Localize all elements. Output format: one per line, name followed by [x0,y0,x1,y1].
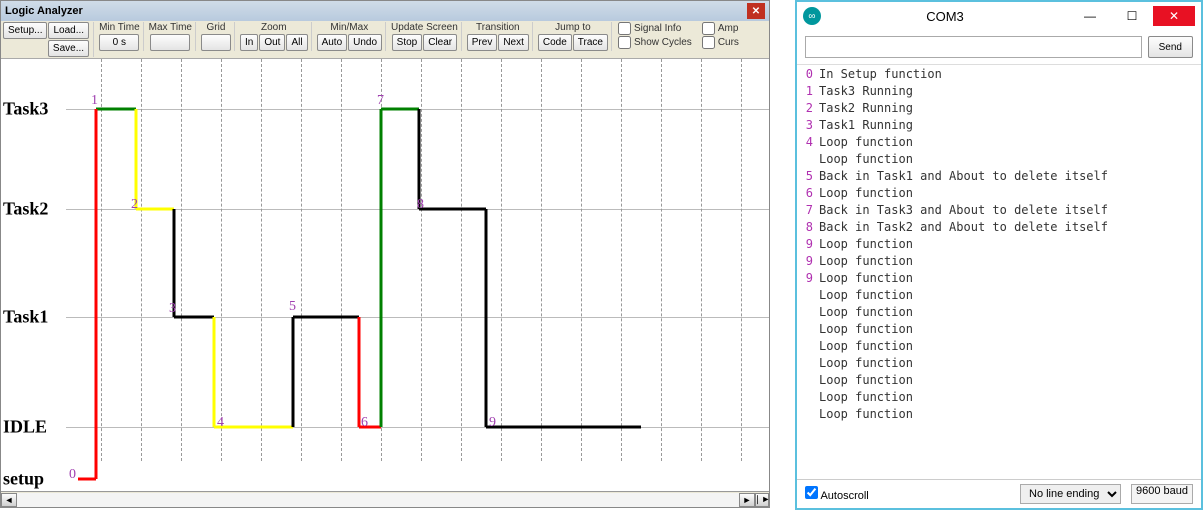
serial-output[interactable]: In Setup functionTask3 RunningTask2 Runn… [815,65,1201,479]
setup-button[interactable]: Setup... [3,22,47,39]
serial-line: Loop function [819,373,1197,390]
serial-line: Loop function [819,322,1197,339]
signal-info-checkbox[interactable]: Signal Info [618,22,692,35]
scroll-right-button[interactable]: ► [739,493,755,507]
load-button[interactable]: Load... [48,22,89,39]
marker-1: 1 [91,93,98,109]
line-ending-select[interactable]: No line ending [1020,484,1121,504]
code-button[interactable]: Code [538,34,572,51]
stop-button[interactable]: Stop [392,34,423,51]
la-chart[interactable]: Task3 Task2 Task1 IDLE setup 0123456789 [1,59,769,491]
serial-line: Task1 Running [819,118,1197,135]
la-title: Logic Analyzer [5,5,83,17]
trace-plot [1,59,769,491]
serial-line: Task3 Running [819,84,1197,101]
marker-6: 6 [361,415,368,431]
jumpto-label: Jump to [555,22,591,33]
autoscroll-checkbox[interactable]: Autoscroll [805,486,869,502]
curs-checkbox[interactable]: Curs [702,36,739,49]
sm-footer: Autoscroll No line ending 9600 baud [797,479,1201,508]
scroll-end-button[interactable]: ❘► [755,493,769,507]
serial-line: Loop function [819,407,1197,424]
prev-button[interactable]: Prev [467,34,498,51]
trace-button[interactable]: Trace [573,34,608,51]
maxtime-value[interactable] [150,34,190,51]
marker-5: 5 [289,299,296,315]
serial-line: Loop function [819,186,1197,203]
marker-7: 7 [377,93,384,109]
grid-label: Grid [207,22,226,33]
logic-analyzer-window: Logic Analyzer ✕ Setup... Load... Save..… [0,0,770,508]
serial-line: In Setup function [819,67,1197,84]
zoom-out-button[interactable]: Out [259,34,285,51]
update-label: Update Screen [391,22,458,33]
send-button[interactable]: Send [1148,36,1193,58]
next-button[interactable]: Next [498,34,529,51]
serial-line: Loop function [819,135,1197,152]
grid-button[interactable] [201,34,231,51]
h-scrollbar[interactable]: ◄ ► ❘► [1,491,769,507]
serial-line: Loop function [819,271,1197,288]
arduino-icon: ∞ [803,7,821,25]
la-toolbar: Setup... Load... Save... Min Time 0 s Ma… [1,21,769,59]
serial-line: Loop function [819,339,1197,356]
marker-8: 8 [417,197,424,213]
serial-line: Loop function [819,237,1197,254]
zoom-in-button[interactable]: In [240,34,258,51]
marker-0: 0 [69,467,76,483]
amp-checkbox[interactable]: Amp [702,22,739,35]
serial-line: Loop function [819,305,1197,322]
scroll-left-button[interactable]: ◄ [1,493,17,507]
mintime-label: Min Time [99,22,140,33]
serial-line: Back in Task3 and About to delete itself [819,203,1197,220]
sm-titlebar: ∞ COM3 — ☐ ✕ [797,2,1201,30]
marker-3: 3 [169,301,176,317]
serial-line: Loop function [819,288,1197,305]
save-button[interactable]: Save... [48,40,89,57]
la-close-button[interactable]: ✕ [747,3,765,19]
show-cycles-checkbox[interactable]: Show Cycles [618,36,692,49]
baud-select[interactable]: 9600 baud [1131,484,1193,504]
maximize-button[interactable]: ☐ [1111,6,1153,26]
sm-title: COM3 [821,9,1069,24]
serial-line: Loop function [819,152,1197,169]
serial-input[interactable] [805,36,1142,58]
marker-4: 4 [217,415,224,431]
marker-9: 9 [489,415,496,431]
serial-line: Loop function [819,390,1197,407]
serial-line: Back in Task1 and About to delete itself [819,169,1197,186]
minimize-button[interactable]: — [1069,6,1111,26]
serial-line: Back in Task2 and About to delete itself [819,220,1197,237]
transition-label: Transition [476,22,520,33]
mintime-value[interactable]: 0 s [99,34,139,51]
undo-button[interactable]: Undo [348,34,382,51]
la-titlebar: Logic Analyzer ✕ [1,1,769,21]
minmax-label: Min/Max [330,22,368,33]
serial-line: Loop function [819,356,1197,373]
sm-close-button[interactable]: ✕ [1153,6,1195,26]
scroll-track[interactable] [17,493,739,507]
marker-2: 2 [131,197,138,213]
zoom-label: Zoom [261,22,287,33]
zoom-all-button[interactable]: All [286,34,307,51]
maxtime-label: Max Time [149,22,192,33]
line-gutter: 012345678999 [797,65,815,479]
clear-button[interactable]: Clear [423,34,457,51]
serial-monitor-window: ∞ COM3 — ☐ ✕ Send 012345678999 In Setup … [795,0,1203,510]
serial-line: Loop function [819,254,1197,271]
serial-line: Task2 Running [819,101,1197,118]
auto-button[interactable]: Auto [317,34,348,51]
